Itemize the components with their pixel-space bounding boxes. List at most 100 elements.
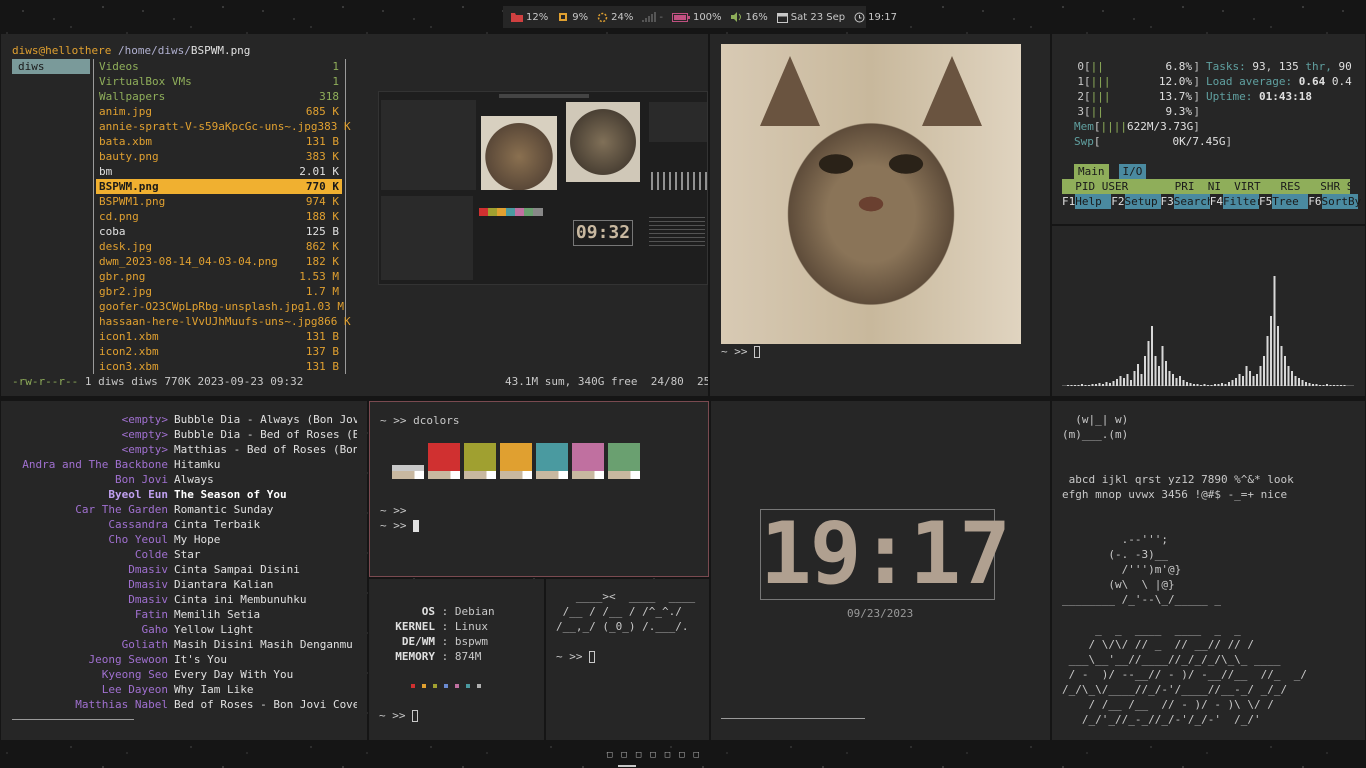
preview-colors: [479, 208, 543, 216]
fkey-label[interactable]: F1: [1062, 194, 1075, 209]
file-row[interactable]: dwm_2023-08-14_04-03-04.png 182 K: [96, 254, 342, 269]
file-row[interactable]: gbr.png 1.53 M: [96, 269, 342, 284]
file-row[interactable]: BSPWM.png 770 K: [96, 179, 342, 194]
playlist-row[interactable]: Gaho Yellow Light: [1, 622, 367, 637]
workspace-6[interactable]: □: [679, 750, 684, 760]
playlist-row[interactable]: Jeong Sewoon It's You: [1, 652, 367, 667]
playlist-row[interactable]: Fatin Memilih Setia: [1, 607, 367, 622]
track-title: Bubble Dia - Always (Bon Jovi): [174, 413, 357, 426]
file-row[interactable]: goofer-O23CWpLpRbg-unsplash.jpg 1.03 M: [96, 299, 344, 314]
workspace-3[interactable]: □: [636, 750, 641, 760]
workspace-5[interactable]: □: [665, 750, 670, 760]
spectrum-bar: [1158, 366, 1160, 386]
playlist-row[interactable]: Goliath Masih Disini Masih Denganmu: [1, 637, 367, 652]
file-row[interactable]: icon3.xbm 131 B: [96, 359, 342, 374]
spectrum-bar: [1175, 378, 1178, 386]
music-player-window[interactable]: <empty> Bubble Dia - Always (Bon Jovi) <em…: [1, 401, 367, 740]
file-size: 131 B: [305, 135, 339, 148]
time-text: 19:17: [868, 11, 897, 23]
playlist-row[interactable]: Cassandra Cinta Terbaik: [1, 517, 367, 532]
wifi-widget[interactable]: -: [642, 12, 663, 23]
playlist-row[interactable]: Dmasiv Diantara Kalian: [1, 577, 367, 592]
sysinfo-prompt[interactable]: ~ >>: [379, 708, 419, 723]
playlist-row[interactable]: Lee Dayeon Why Iam Like: [1, 682, 367, 697]
spectrum-bar: [1074, 385, 1076, 386]
fkey-action[interactable]: Search: [1173, 194, 1214, 209]
file-row[interactable]: icon1.xbm 131 B: [96, 329, 342, 344]
playlist-row[interactable]: Kyeong Seo Every Day With You: [1, 667, 367, 682]
image-viewer-window[interactable]: ~ >>: [710, 34, 1050, 396]
clock-time: 19:17: [760, 504, 1011, 604]
file-row[interactable]: Wallpapers 318: [96, 89, 342, 104]
fkey-label[interactable]: F5: [1259, 194, 1272, 209]
volume-widget[interactable]: 16%: [730, 12, 768, 23]
workspace-1[interactable]: □: [607, 750, 612, 760]
fkey-label[interactable]: F4: [1210, 194, 1223, 209]
tab-main[interactable]: Main: [1074, 164, 1109, 179]
fkey-action[interactable]: Help: [1075, 194, 1112, 209]
time-widget[interactable]: 19:17: [854, 12, 897, 23]
battery-widget[interactable]: 100%: [671, 12, 722, 23]
file-name: coba: [99, 225, 126, 238]
fkey-action[interactable]: SortBy: [1321, 194, 1361, 209]
fkey-label[interactable]: F2: [1111, 194, 1124, 209]
file-row[interactable]: VirtualBox VMs 1: [96, 74, 342, 89]
file-manager-window[interactable]: diws@hellothere /home/diws/BSPWM.png diw…: [1, 34, 708, 396]
progress-line[interactable]: [12, 719, 134, 720]
file-row[interactable]: BSPWM1.png 974 K: [96, 194, 342, 209]
playlist-row[interactable]: Colde Star: [1, 547, 367, 562]
fkey-label[interactable]: F6: [1308, 194, 1321, 209]
playlist-row[interactable]: Bon Jovi Always: [1, 472, 367, 487]
file-row[interactable]: cd.png 188 K: [96, 209, 342, 224]
htop-window[interactable]: 0[|| 6.8%] 1[||| 12.0%] 2[||| 13.7%] 3[|| 9.3%]…: [1052, 34, 1365, 224]
file-row[interactable]: icon2.xbm 137 B: [96, 344, 342, 359]
file-row[interactable]: coba 125 B: [96, 224, 342, 239]
workspace-2[interactable]: □: [621, 750, 626, 760]
dcolors-terminal[interactable]: ~ >> dcolors ~ >> ~ >>: [369, 401, 709, 577]
file-row[interactable]: hassaan-here-lVvUJhMuufs-uns~.jpg 866 K: [96, 314, 351, 329]
fkey-label[interactable]: F3: [1161, 194, 1174, 209]
playlist[interactable]: <empty> Bubble Dia - Always (Bon Jovi) <em…: [1, 412, 367, 712]
playlist-row[interactable]: <empty> Matthias - Bed of Roses (Bon J: [1, 442, 367, 457]
fkey-action[interactable]: Tree: [1272, 194, 1309, 209]
parent-dir-item[interactable]: diws: [12, 59, 90, 74]
playlist-row[interactable]: <empty> Bubble Dia - Always (Bon Jovi): [1, 412, 367, 427]
fkey-action[interactable]: Setup: [1124, 194, 1161, 209]
file-name: BSPWM.png: [99, 180, 159, 193]
playlist-row[interactable]: Car The Garden Romantic Sunday: [1, 502, 367, 517]
date-widget[interactable]: Sat 23 Sep: [776, 12, 845, 23]
prompt-line-2[interactable]: ~ >>: [380, 518, 420, 533]
load-widget[interactable]: 24%: [597, 12, 633, 23]
playlist-row[interactable]: Matthias Nabel Bed of Roses - Bon Jovi Co…: [1, 697, 367, 712]
file-row[interactable]: bata.xbm 131 B: [96, 134, 342, 149]
file-row[interactable]: desk.jpg 862 K: [96, 239, 342, 254]
workspace-7[interactable]: □: [694, 750, 699, 760]
playlist-row[interactable]: Dmasiv Cinta ini Membunuhku: [1, 592, 367, 607]
cpu-meter: 3[|| 9.3%]: [1077, 105, 1200, 118]
disk-widget[interactable]: 12%: [511, 12, 548, 23]
file-row[interactable]: gbr2.jpg 1.7 M: [96, 284, 342, 299]
file-row[interactable]: annie-spratt-V-s59aKpcGc-uns~.jpg 383 K: [96, 119, 351, 134]
file-row[interactable]: bauty.png 383 K: [96, 149, 342, 164]
workspace-4[interactable]: □: [650, 750, 655, 760]
ascii-prompt[interactable]: ~ >>: [556, 649, 596, 664]
file-row[interactable]: anim.jpg 685 K: [96, 104, 342, 119]
playlist-row[interactable]: Cho Yeoul My Hope: [1, 532, 367, 547]
cat-ear-left: [760, 56, 820, 126]
file-list[interactable]: Videos 1 VirtualBox VMs 1 Wallpapers 318 anim.…: [96, 59, 351, 374]
file-row[interactable]: bm 2.01 K: [96, 164, 342, 179]
playlist-row[interactable]: Byeol Eun The Season of You: [1, 487, 367, 502]
file-row[interactable]: Videos 1: [96, 59, 342, 74]
playlist-row[interactable]: Dmasiv Cinta Sampai Disini: [1, 562, 367, 577]
ascii-terminal[interactable]: ____>< ____ ____ /__ / /__ / /^_^./ /__,…: [546, 579, 709, 740]
playlist-row[interactable]: Andra and The Backbone Hitamku: [1, 457, 367, 472]
tab-io[interactable]: I/O: [1118, 164, 1147, 179]
sysinfo-row: KERNEL : Linux: [395, 620, 488, 633]
playlist-row[interactable]: <empty> Bubble Dia - Bed of Roses (Bon: [1, 427, 367, 442]
cpu-widget[interactable]: 9%: [557, 12, 588, 23]
spectrum-bar: [1203, 384, 1206, 386]
sysinfo-terminal[interactable]: OS : Debian KERNEL : Linux DE/WM : bspwm ME…: [369, 579, 544, 740]
fkey-action[interactable]: Filter: [1223, 194, 1263, 209]
spectrum-bar: [1308, 383, 1311, 386]
viewer-prompt[interactable]: ~ >>: [721, 344, 761, 359]
